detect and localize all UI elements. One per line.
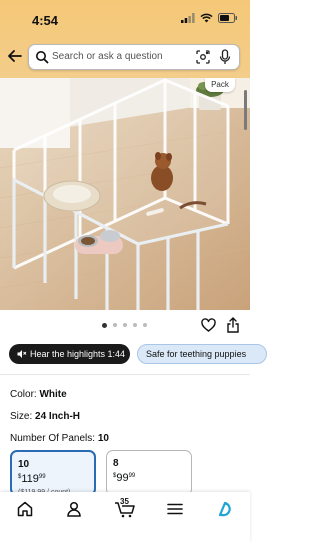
- battery-icon: [218, 13, 237, 23]
- option-price: $9999: [113, 472, 136, 484]
- top-header: 4:54 Search or ask a question: [0, 0, 250, 78]
- option-label: 10: [18, 459, 30, 470]
- panels-value: 10: [97, 433, 109, 444]
- panel-option-8[interactable]: 8 $9999: [106, 450, 192, 496]
- panels-attribute: Number Of Panels: 10: [10, 433, 109, 444]
- option-price: $11999: [18, 473, 46, 485]
- size-attribute: Size: 24 Inch-H: [10, 411, 80, 422]
- back-arrow-icon[interactable]: [6, 47, 24, 65]
- carousel-dot[interactable]: [102, 322, 107, 328]
- search-input[interactable]: Search or ask a question: [28, 44, 240, 70]
- option-label: 8: [113, 458, 119, 469]
- panel-option-10[interactable]: 10 $11999 ($119.99 / count): [10, 450, 96, 496]
- size-label: Size:: [10, 411, 33, 422]
- wifi-icon: [200, 13, 213, 23]
- home-icon[interactable]: [16, 500, 34, 518]
- camera-lens-icon[interactable]: [196, 50, 210, 64]
- bottom-nav: 35: [0, 492, 250, 543]
- size-value: 24 Inch-H: [35, 411, 81, 422]
- carousel-dot[interactable]: [133, 323, 137, 327]
- menu-icon[interactable]: [166, 500, 184, 518]
- product-image[interactable]: [0, 78, 250, 310]
- pack-badge: Pack: [205, 78, 235, 92]
- carousel-dots[interactable]: [102, 322, 147, 328]
- heart-icon[interactable]: [201, 318, 216, 333]
- scroll-indicator: [244, 90, 247, 130]
- status-icons: [181, 12, 238, 24]
- hear-highlights-label: Hear the highlights 1:44: [30, 349, 126, 359]
- cart-count: 35: [120, 497, 129, 506]
- panels-label: Number Of Panels:: [10, 433, 96, 444]
- account-icon[interactable]: [65, 500, 83, 518]
- search-placeholder: Search or ask a question: [52, 51, 163, 62]
- color-value: White: [39, 389, 67, 400]
- signal-icon: [181, 13, 195, 23]
- divider: [0, 374, 250, 375]
- carousel-dot[interactable]: [113, 323, 117, 327]
- status-time: 4:54: [32, 13, 59, 28]
- color-label: Color:: [10, 389, 37, 400]
- search-icon: [36, 51, 49, 64]
- speaker-icon: [17, 350, 27, 358]
- microphone-icon[interactable]: [219, 49, 231, 65]
- share-icon[interactable]: [226, 317, 240, 333]
- color-attribute: Color: White: [10, 389, 67, 400]
- carousel-dot[interactable]: [123, 323, 127, 327]
- carousel-dot[interactable]: [143, 323, 147, 327]
- hear-highlights-button[interactable]: Hear the highlights 1:44: [9, 344, 130, 364]
- safe-teething-chip[interactable]: Safe for teething puppies: [137, 344, 267, 364]
- alexa-icon[interactable]: [216, 500, 234, 518]
- dog-bed: [43, 180, 101, 212]
